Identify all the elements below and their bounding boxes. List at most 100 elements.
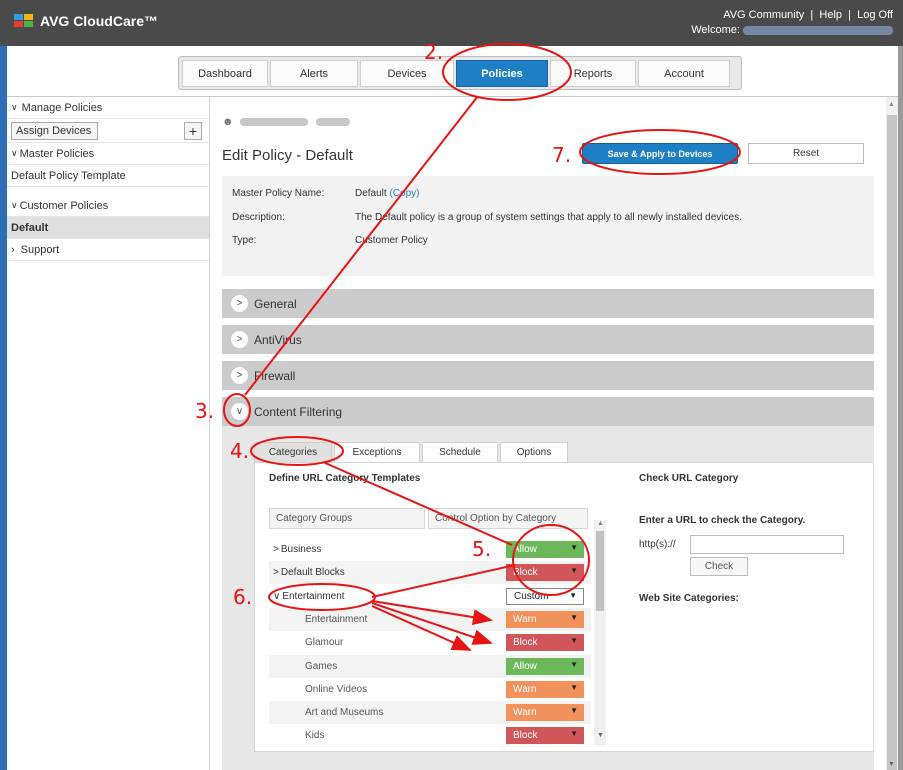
annotation-step-4: 4. (230, 439, 250, 463)
dropdown-arrow-icon[interactable]: ▼ (570, 660, 578, 669)
category-row[interactable]: Online Videos Warn ▼ (269, 678, 591, 701)
nav-tab-dashboard[interactable]: Dashboard (182, 60, 268, 87)
tab-schedule[interactable]: Schedule (422, 442, 498, 462)
copy-link[interactable]: (Copy) (389, 188, 419, 199)
category-list-scrollbar[interactable]: ▲ ▼ (594, 520, 606, 745)
scroll-down-icon[interactable]: ▼ (888, 761, 895, 768)
category-name: Glamour (269, 637, 343, 648)
control-option-select[interactable]: Allow ▼ (506, 658, 584, 675)
section-label: General (254, 296, 297, 311)
policy-info-box: Master Policy Name: Default (Copy) Descr… (222, 176, 874, 276)
chevron-down-icon[interactable]: ∨ (273, 591, 280, 602)
check-url-prompt: Enter a URL to check the Category. (639, 515, 806, 526)
category-row[interactable]: Games Allow ▼ (269, 655, 591, 678)
section-label: Firewall (254, 368, 296, 383)
dropdown-arrow-icon[interactable]: ▼ (570, 543, 578, 552)
policy-owner-breadcrumb: ☻ (222, 110, 350, 134)
nav-tab-account[interactable]: Account (638, 60, 730, 87)
category-row[interactable]: Entertainment Warn ▼ (269, 608, 591, 631)
control-option-select[interactable]: Warn ▼ (506, 704, 584, 721)
left-edge-stripe (0, 46, 7, 770)
category-label: Business (280, 544, 322, 555)
category-group-row[interactable]: > Default Blocks Block ▼ (269, 561, 591, 584)
master-policy-label: Master Policy Name: (232, 188, 325, 199)
sidebar-master-policies[interactable]: ∨ Master Policies (7, 143, 209, 165)
control-option-select[interactable]: Block ▼ (506, 727, 584, 744)
control-option-select[interactable]: Block ▼ (506, 564, 584, 581)
section-antivirus[interactable]: > AntiVirus (222, 325, 874, 354)
sidebar-item-label: Manage Policies (21, 101, 103, 114)
scroll-down-icon[interactable]: ▼ (597, 732, 604, 739)
control-option-select[interactable]: Warn ▼ (506, 611, 584, 628)
category-row[interactable]: Kids Block ▼ (269, 724, 591, 747)
control-option-select[interactable]: Warn ▼ (506, 681, 584, 698)
redacted-owner-suffix (315, 118, 350, 126)
section-general[interactable]: > General (222, 289, 874, 318)
dropdown-arrow-icon[interactable]: ▼ (570, 613, 578, 622)
scroll-up-icon[interactable]: ▲ (597, 520, 604, 527)
header-links: AVG Community | Help | Log Off Welcome: (691, 9, 893, 36)
sidebar-item-default[interactable]: Default (7, 217, 209, 239)
dropdown-arrow-icon[interactable]: ▼ (570, 566, 578, 575)
control-option-value: Block (513, 567, 538, 578)
sidebar-support[interactable]: › Support (7, 239, 209, 261)
logoff-link[interactable]: Log Off (857, 9, 893, 21)
assign-devices-button[interactable]: Assign Devices (11, 121, 98, 140)
description-label: Description: (232, 212, 285, 223)
tab-exceptions[interactable]: Exceptions (334, 442, 420, 462)
chevron-down-icon: ∨ (231, 403, 248, 420)
scroll-thumb[interactable] (596, 531, 604, 611)
save-apply-button[interactable]: Save & Apply to Devices (582, 143, 738, 164)
dropdown-arrow-icon[interactable]: ▼ (570, 706, 578, 715)
control-option-select[interactable]: Custom ▼ (506, 588, 584, 605)
category-row[interactable]: Glamour Block ▼ (269, 631, 591, 654)
category-label: Online Videos (305, 684, 368, 695)
category-label: Games (305, 661, 338, 672)
control-option-value: Allow (513, 544, 537, 555)
scroll-up-icon[interactable]: ▲ (888, 101, 895, 108)
nav-tab-alerts[interactable]: Alerts (270, 60, 358, 87)
type-label: Type: (232, 235, 257, 246)
chevron-right-icon[interactable]: > (273, 544, 279, 555)
column-header-groups: Category Groups (269, 508, 425, 529)
section-content-filtering[interactable]: ∨ Content Filtering (222, 397, 874, 426)
sidebar-manage-policies[interactable]: ∨ Manage Policies (7, 97, 209, 119)
page-scrollbar[interactable]: ▲ ▼ (886, 97, 898, 770)
control-option-select[interactable]: Block ▼ (506, 634, 584, 651)
reset-button[interactable]: Reset (748, 143, 864, 164)
control-option-value: Block (513, 637, 538, 648)
nav-tab-reports[interactable]: Reports (550, 60, 636, 87)
annotation-step-3: 3. (195, 399, 215, 423)
chevron-right-icon: > (231, 367, 248, 384)
scroll-thumb[interactable] (887, 115, 897, 770)
nav-tab-policies[interactable]: Policies (456, 60, 548, 87)
sidebar-customer-policies[interactable]: ∨ Customer Policies (7, 195, 209, 217)
control-option-select[interactable]: Allow ▼ (506, 541, 584, 558)
category-label: Kids (305, 730, 325, 741)
sidebar-item-default-template[interactable]: Default Policy Template (7, 165, 209, 187)
dropdown-arrow-icon[interactable]: ▼ (569, 591, 577, 600)
dropdown-arrow-icon[interactable]: ▼ (570, 683, 578, 692)
description-row: Description: The Default policy is a gro… (232, 212, 742, 223)
chevron-right-icon[interactable]: > (273, 567, 279, 578)
dropdown-arrow-icon[interactable]: ▼ (570, 636, 578, 645)
tab-categories[interactable]: Categories (254, 442, 332, 462)
http-prefix-label: http(s):// (639, 539, 676, 550)
chevron-right-icon: > (231, 331, 248, 348)
add-policy-button[interactable]: + (184, 121, 202, 140)
help-link[interactable]: Help (819, 9, 842, 21)
category-group-row[interactable]: ∨ Entertainment Custom ▼ (269, 585, 591, 608)
section-firewall[interactable]: > Firewall (222, 361, 874, 390)
url-input[interactable] (690, 535, 844, 554)
community-link[interactable]: AVG Community (723, 9, 804, 21)
redacted-owner-name (239, 118, 308, 126)
tab-options[interactable]: Options (500, 442, 568, 462)
top-header-bar: AVG CloudCare™ AVG Community | Help | Lo… (0, 0, 903, 46)
chevron-down-icon: ∨ (11, 102, 18, 112)
category-group-row[interactable]: > Business Allow ▼ (269, 538, 591, 561)
dropdown-arrow-icon[interactable]: ▼ (570, 729, 578, 738)
category-row[interactable]: Art and Museums Warn ▼ (269, 701, 591, 724)
check-button[interactable]: Check (690, 557, 748, 576)
nav-tab-devices[interactable]: Devices (360, 60, 454, 87)
category-label: Glamour (305, 637, 344, 648)
